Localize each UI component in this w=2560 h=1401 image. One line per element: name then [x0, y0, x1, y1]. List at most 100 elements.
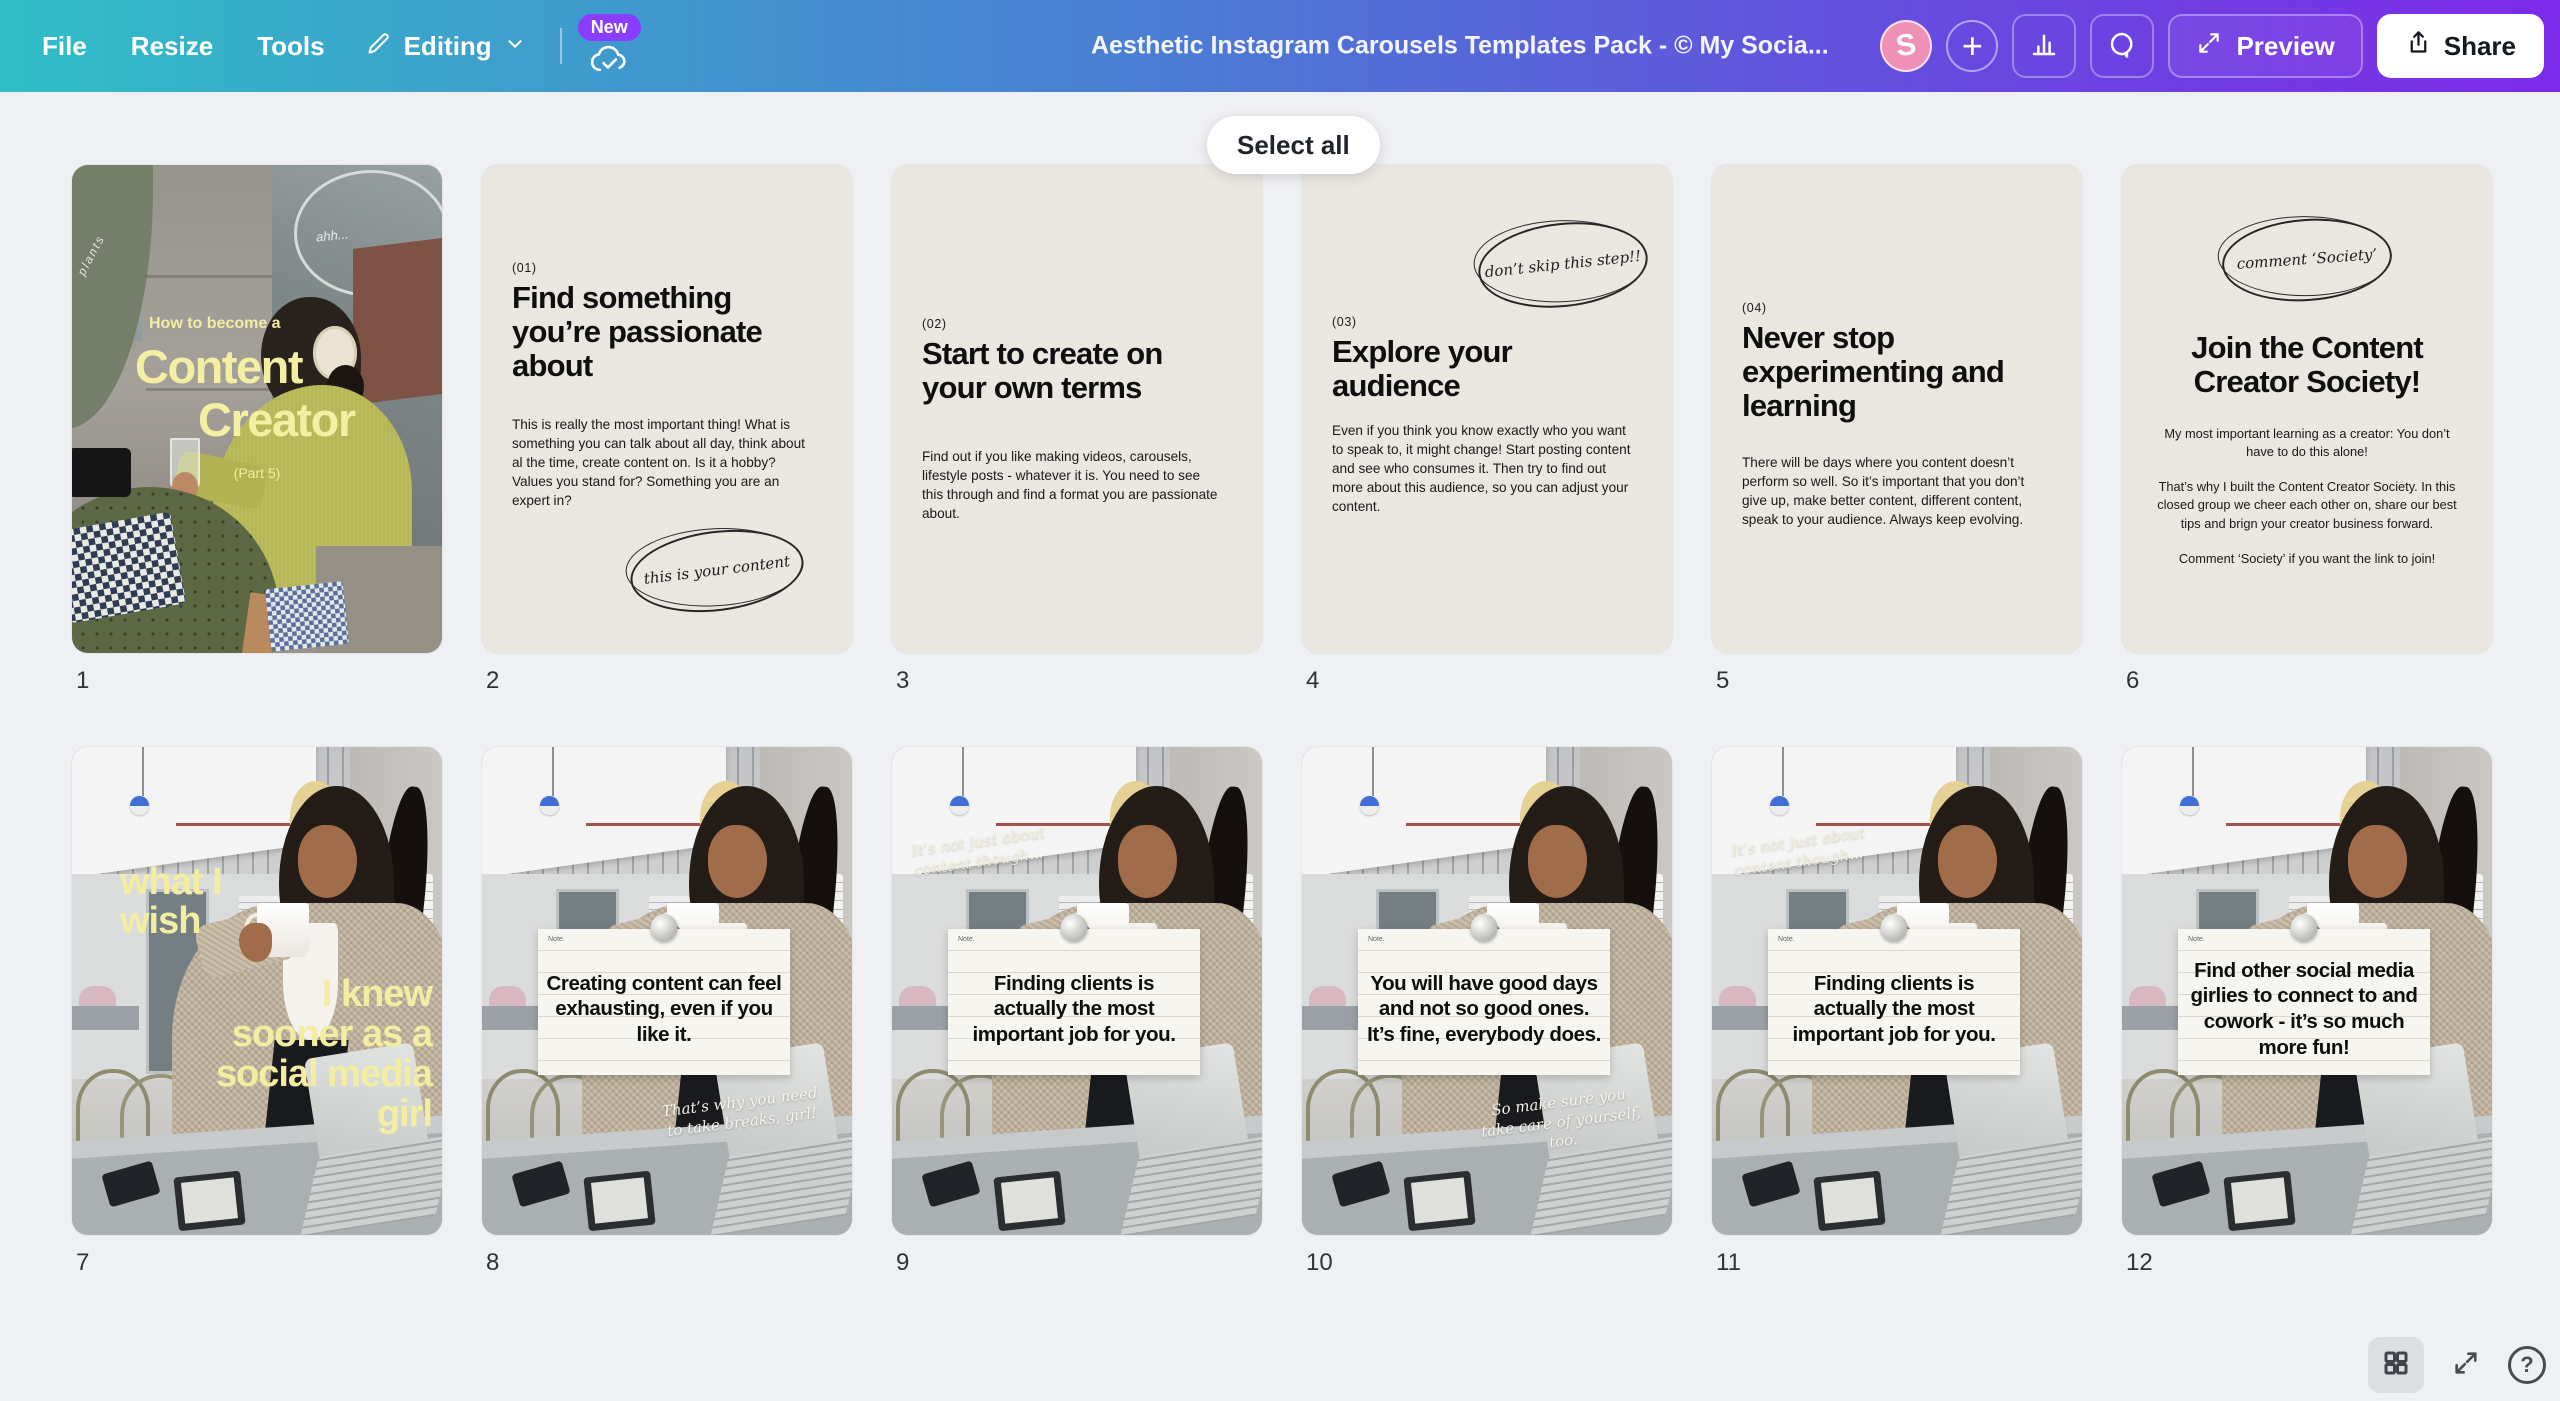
- fullscreen-button[interactable]: [2446, 1345, 2486, 1385]
- brick-reflection: [353, 237, 442, 405]
- handwritten-circle-note: this is your content: [626, 521, 808, 622]
- slide-body: Find out if you like making videos, caro…: [922, 447, 1222, 523]
- slide-cell: (01) Find something you’re passionate ab…: [482, 165, 852, 695]
- pin-icon: [1471, 914, 1498, 941]
- awning-text: plants: [75, 232, 108, 277]
- menu-tools[interactable]: Tools: [235, 16, 346, 76]
- slide-paragraph: That’s why I built the Content Creator S…: [2152, 478, 2462, 532]
- overlay-headline: I knew sooner as a social media girl: [204, 975, 432, 1135]
- slide-6-thumbnail[interactable]: comment ‘Society’ Join the Content Creat…: [2122, 165, 2492, 653]
- menu-file[interactable]: File: [20, 16, 109, 76]
- pin-icon: [1061, 914, 1088, 941]
- slide-10-thumbnail[interactable]: Note. You will have good days and not so…: [1302, 747, 1672, 1235]
- pendant-lamp-cord: [962, 747, 964, 796]
- share-label: Share: [2444, 31, 2516, 62]
- pin-icon: [651, 914, 678, 941]
- note-label: Note.: [548, 936, 565, 943]
- page-number: 10: [1306, 1249, 1672, 1277]
- note-text: Finding clients is actually the most imp…: [956, 951, 1192, 1067]
- slide-12-thumbnail[interactable]: Note. Find other social media girlies to…: [2122, 747, 2492, 1235]
- canva-grid-view: File Resize Tools Editing New Aesthetic: [0, 0, 2560, 1401]
- page-number: 7: [76, 1249, 442, 1277]
- slide-11-thumbnail[interactable]: It’s not just about content though... No…: [1712, 747, 2082, 1235]
- slide-cell: what Iwish I knew sooner as a social med…: [72, 747, 442, 1277]
- background-table: [72, 1006, 139, 1030]
- question-mark-icon: ?: [2520, 1352, 2533, 1378]
- pendant-lamp-cord: [552, 747, 554, 796]
- document-title[interactable]: Aesthetic Instagram Carousels Templates …: [1091, 32, 1829, 61]
- slide-8-thumbnail[interactable]: Note. Creating content can feel exhausti…: [482, 747, 852, 1235]
- new-badge: New: [578, 14, 641, 42]
- pendant-lamp-cord: [1372, 747, 1374, 796]
- slide-title-line: Creator: [198, 392, 355, 447]
- editing-label: Editing: [404, 31, 492, 62]
- slide-3-thumbnail[interactable]: (02) Start to create on your own terms F…: [892, 165, 1262, 653]
- select-all-button[interactable]: Select all: [1207, 116, 1380, 174]
- slide-cell: It’s not just about content though... No…: [892, 747, 1262, 1277]
- page-number: 9: [896, 1249, 1262, 1277]
- grid-view-button[interactable]: [2368, 1337, 2424, 1393]
- slide-title: Start to create on your own terms: [922, 337, 1228, 405]
- slide-1-thumbnail[interactable]: plants ahh... How to b: [72, 165, 442, 653]
- slide-title: Explore your audience: [1332, 335, 1638, 403]
- slide-2-thumbnail[interactable]: (01) Find something you’re passionate ab…: [482, 165, 852, 653]
- grid-view-icon: [2381, 1348, 2411, 1383]
- add-member-button[interactable]: +: [1946, 20, 1998, 72]
- slide-title: Never stop experimenting and learning: [1742, 321, 2048, 422]
- comment-bubble-icon: [2107, 29, 2137, 64]
- overlay-headline: what Iwish: [120, 863, 222, 941]
- e-reader: [993, 1171, 1065, 1231]
- page-number: 5: [1716, 667, 2082, 695]
- woman-hand: [239, 923, 272, 962]
- handwritten-circle-note: comment ‘Society’: [2219, 213, 2394, 307]
- gingham-shorts: [265, 581, 349, 652]
- chevron-down-icon: [504, 33, 526, 60]
- bar-chart-icon: [2029, 29, 2059, 64]
- slide-cell: plants ahh... How to b: [72, 165, 442, 695]
- slide-cell: (02) Start to create on your own terms F…: [892, 165, 1262, 695]
- top-bar: File Resize Tools Editing New Aesthetic: [0, 0, 2560, 92]
- slide-body: Even if you think you know exactly who y…: [1332, 421, 1632, 516]
- pendant-lamp-cord: [1782, 747, 1784, 796]
- e-reader: [2223, 1171, 2295, 1231]
- note-label: Note.: [2188, 936, 2205, 943]
- e-reader: [173, 1171, 245, 1231]
- note-paper: Note. Creating content can feel exhausti…: [538, 929, 790, 1075]
- slide-4-thumbnail[interactable]: don’t skip this step!! (03) Explore your…: [1302, 165, 1672, 653]
- slide-cell: Note. Find other social media girlies to…: [2122, 747, 2492, 1277]
- page-number: 3: [896, 667, 1262, 695]
- note-text: Find other social media girlies to conne…: [2186, 951, 2422, 1067]
- overlay-line: what I: [120, 861, 222, 903]
- comments-button[interactable]: [2090, 14, 2154, 78]
- slide-7-thumbnail[interactable]: what Iwish I knew sooner as a social med…: [72, 747, 442, 1235]
- avatar[interactable]: S: [1880, 20, 1932, 72]
- slide-title-line: Content: [135, 339, 302, 394]
- slide-grid: plants ahh... How to b: [72, 165, 2512, 1277]
- menu-resize[interactable]: Resize: [109, 16, 235, 76]
- e-reader: [1403, 1171, 1475, 1231]
- menu-bar: File Resize Tools Editing New: [20, 12, 641, 81]
- editing-mode-dropdown[interactable]: Editing: [347, 16, 544, 76]
- e-reader: [583, 1171, 655, 1231]
- share-button[interactable]: Share: [2377, 14, 2544, 78]
- note-text: You will have good days and not so good …: [1366, 951, 1602, 1067]
- share-upload-icon: [2405, 29, 2432, 63]
- pin-icon: [1881, 914, 1908, 941]
- slide-body: My most important learning as a creator:…: [2152, 425, 2462, 585]
- page-number: 1: [76, 667, 442, 695]
- slide-cell: Note. Creating content can feel exhausti…: [482, 747, 852, 1277]
- preview-button[interactable]: Preview: [2168, 14, 2362, 78]
- note-paper: Note. Find other social media girlies to…: [2178, 929, 2430, 1075]
- expand-arrows-icon: [2452, 1349, 2480, 1382]
- expand-arrows-icon: [2196, 30, 2222, 63]
- page-number: 8: [486, 1249, 852, 1277]
- slide-index: (03): [1332, 315, 1357, 329]
- handwritten-circle-note: don’t skip this step!!: [1474, 214, 1652, 315]
- slide-title: Find something you’re passionate about: [512, 281, 818, 382]
- slide-9-thumbnail[interactable]: It’s not just about content though... No…: [892, 747, 1262, 1235]
- autosave-status[interactable]: New: [578, 14, 641, 81]
- page-number: 2: [486, 667, 852, 695]
- slide-5-thumbnail[interactable]: (04) Never stop experimenting and learni…: [1712, 165, 2082, 653]
- help-button[interactable]: ?: [2508, 1346, 2546, 1384]
- insights-button[interactable]: [2012, 14, 2076, 78]
